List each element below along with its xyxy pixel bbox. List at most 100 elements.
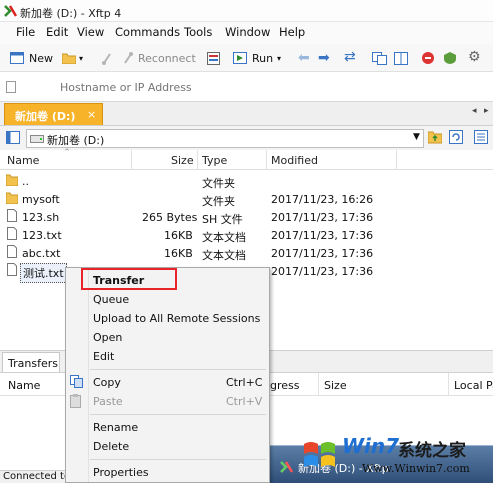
- tab-local-drive[interactable]: 新加卷 (D:) ×: [4, 103, 103, 125]
- menu-item-rename[interactable]: Rename: [93, 421, 138, 434]
- file-name: 123.sh: [22, 211, 60, 224]
- file-size: 16KB: [164, 229, 193, 242]
- file-icon: [7, 245, 17, 258]
- file-icon: [7, 209, 17, 222]
- file-type: 文件夹: [202, 195, 235, 208]
- run-label: Run: [252, 52, 274, 65]
- menu-item-delete[interactable]: Delete: [93, 440, 129, 453]
- file-type: 文件夹: [202, 177, 235, 190]
- column-header-size[interactable]: Size: [171, 154, 194, 167]
- watermark-brand: Win7: [342, 434, 400, 458]
- new-session-button[interactable]: New: [4, 48, 56, 68]
- file-type: SH 文件: [202, 213, 243, 226]
- transfer-highlight-box: [81, 268, 177, 290]
- drive-icon: [30, 135, 44, 143]
- file-row[interactable]: abc.txt 16KB 文本文档 2017/11/23, 17:36: [0, 244, 493, 262]
- file-name: ..: [22, 175, 29, 188]
- details-view-icon[interactable]: [474, 130, 488, 144]
- copy-window-icon[interactable]: [372, 52, 387, 65]
- column-header-modified[interactable]: Modified: [271, 154, 318, 167]
- tab-scroll-left-icon[interactable]: ◂: [472, 106, 477, 116]
- file-row[interactable]: 123.txt 16KB 文本文档 2017/11/23, 17:36: [0, 226, 493, 244]
- tab-transfers[interactable]: Transfers: [2, 352, 60, 373]
- context-menu: Transfer Queue Upload to All Remote Sess…: [65, 267, 270, 483]
- watermark-text: 系统之家: [398, 441, 466, 461]
- menu-item-copy[interactable]: Copy: [93, 376, 121, 389]
- security-icon[interactable]: [443, 51, 457, 65]
- file-type: 文本文档: [202, 249, 246, 262]
- paste-shortcut: Ctrl+V: [226, 395, 263, 408]
- open-folder-icon[interactable]: [62, 53, 76, 64]
- transfers-column-progress[interactable]: gress: [270, 379, 300, 392]
- file-name: 测试.txt: [20, 263, 67, 283]
- windows-logo-icon: [304, 442, 335, 467]
- refresh-icon[interactable]: [449, 130, 463, 144]
- menu-help[interactable]: Help: [279, 25, 305, 39]
- run-button[interactable]: Run ▾: [231, 48, 287, 68]
- watermark-logo: Win7 系统之家 Www.Winwin7.com: [300, 430, 493, 483]
- menu-file[interactable]: File: [16, 25, 35, 39]
- new-session-label: New: [29, 52, 53, 65]
- file-modified: 2017/11/23, 17:36: [271, 265, 374, 278]
- file-row[interactable]: mysoft 文件夹 2017/11/23, 16:26: [0, 190, 493, 208]
- menu-item-upload-all[interactable]: Upload to All Remote Sessions: [93, 312, 260, 325]
- file-type: 文本文档: [202, 231, 246, 244]
- address-bookmark-icon[interactable]: [6, 81, 16, 93]
- menu-tools[interactable]: Tools: [184, 25, 212, 39]
- taskbar-xftp-icon: [280, 461, 293, 473]
- menu-item-properties[interactable]: Properties: [93, 466, 149, 479]
- menu-view[interactable]: View: [77, 25, 104, 39]
- path-dropdown-icon[interactable]: ▼: [413, 132, 420, 142]
- transfers-column-size[interactable]: Size: [324, 379, 347, 392]
- menu-edit[interactable]: Edit: [46, 25, 68, 39]
- tab-close-icon[interactable]: ×: [87, 108, 96, 121]
- properties-icon[interactable]: [207, 52, 220, 65]
- copy-icon: [70, 375, 83, 388]
- file-row[interactable]: 123.sh 265 Bytes SH 文件 2017/11/23, 17:36: [0, 208, 493, 226]
- file-icon: [7, 263, 17, 276]
- run-icon: [233, 52, 247, 64]
- sort-indicator-icon: ^: [64, 148, 70, 156]
- file-modified: 2017/11/23, 17:36: [271, 247, 374, 260]
- folder-icon: [6, 192, 18, 204]
- folder-icon: [6, 174, 18, 186]
- tab-transfers-label: Transfers: [8, 357, 58, 370]
- watermark-url: Www.Winwin7.com: [362, 462, 470, 475]
- view-toggle-icon[interactable]: [6, 131, 20, 144]
- column-header-type[interactable]: Type: [202, 154, 227, 167]
- title-bar: 新加卷 (D:) - Xftp 4: [0, 0, 493, 22]
- file-name: abc.txt: [22, 247, 61, 260]
- file-modified: 2017/11/23, 17:36: [271, 229, 374, 242]
- options-gear-icon[interactable]: ⚙: [468, 49, 481, 65]
- file-row[interactable]: .. 文件夹: [0, 172, 493, 190]
- disconnect-icon[interactable]: [101, 52, 113, 65]
- menu-item-open[interactable]: Open: [93, 331, 122, 344]
- copy-shortcut: Ctrl+C: [226, 376, 263, 389]
- path-value: 新加卷 (D:): [47, 134, 105, 147]
- tab-scroll-right-icon[interactable]: ▸: [484, 106, 489, 116]
- transfers-column-local-path[interactable]: Local Pa: [454, 379, 493, 392]
- forward-arrow-icon[interactable]: ➡: [318, 50, 330, 66]
- column-header-name[interactable]: Name: [7, 154, 39, 167]
- xftp-logo-icon: [4, 5, 17, 17]
- file-list-header: ^ Name Size Type Modified: [0, 148, 493, 170]
- reconnect-label: Reconnect: [138, 52, 196, 65]
- path-combobox[interactable]: 新加卷 (D:) ▼: [26, 129, 424, 148]
- menu-commands[interactable]: Commands: [115, 25, 180, 39]
- back-arrow-icon[interactable]: ⬅: [298, 50, 310, 66]
- layout-icon[interactable]: [394, 52, 408, 65]
- menu-window[interactable]: Window: [225, 25, 270, 39]
- reconnect-icon: [124, 52, 133, 64]
- up-folder-icon[interactable]: [428, 130, 442, 144]
- menu-item-edit[interactable]: Edit: [93, 350, 114, 363]
- sync-icon[interactable]: ⇄: [344, 49, 356, 65]
- menu-item-queue[interactable]: Queue: [93, 293, 129, 306]
- open-dropdown-icon[interactable]: ▾: [79, 54, 83, 63]
- xshell-icon[interactable]: [421, 51, 435, 65]
- file-size: 265 Bytes: [142, 211, 198, 224]
- file-name: mysoft: [22, 193, 60, 206]
- address-bar: [0, 72, 493, 102]
- file-modified: 2017/11/23, 17:36: [271, 211, 374, 224]
- hostname-input[interactable]: [24, 78, 484, 96]
- transfers-column-name[interactable]: Name: [8, 379, 40, 392]
